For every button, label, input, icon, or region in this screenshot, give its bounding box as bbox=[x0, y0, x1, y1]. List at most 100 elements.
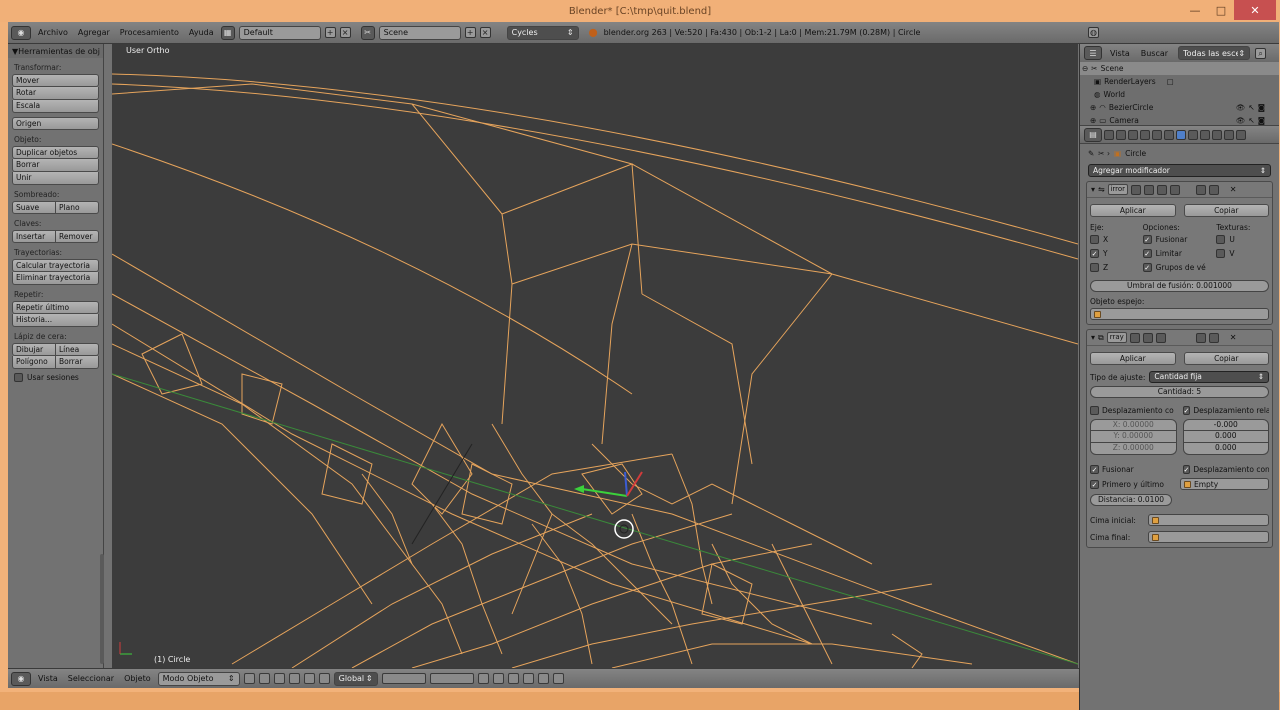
draw-button[interactable]: Dibujar bbox=[12, 343, 56, 356]
menu-agregar[interactable]: Agregar bbox=[75, 28, 113, 37]
move-up-icon[interactable] bbox=[1195, 184, 1206, 195]
orientation-select[interactable]: Global ⇕ bbox=[333, 671, 378, 686]
merge-limit-slider[interactable]: Umbral de fusión: 0.001000 bbox=[1090, 280, 1269, 292]
pivot-point-icon[interactable] bbox=[258, 673, 270, 684]
relative-y-field[interactable]: 0.000 bbox=[1182, 431, 1269, 443]
outliner-editor-icon[interactable]: ☰ bbox=[1084, 46, 1102, 60]
axis-x-checkbox[interactable] bbox=[1090, 235, 1099, 244]
3d-viewport[interactable]: User Ortho (1) Circle bbox=[112, 44, 1078, 668]
render-engine-select[interactable]: Cycles ⇕ bbox=[506, 25, 579, 40]
smooth-button[interactable]: Suave bbox=[12, 201, 56, 214]
outliner-item-beziercircle[interactable]: ⊕ ◠ BezierCircle 👁 ↖ ◙ bbox=[1080, 101, 1279, 114]
layout-remove-icon[interactable]: × bbox=[339, 27, 351, 38]
constant-y-field[interactable]: Y: 0.00000 bbox=[1090, 431, 1177, 443]
object-offset-toggle[interactable]: ✓ Desplazamiento con bbox=[1182, 465, 1269, 474]
scene-remove-icon[interactable]: × bbox=[479, 27, 491, 38]
repeat-last-button[interactable]: Repetir último bbox=[12, 301, 99, 314]
rotate-manipulator-icon[interactable] bbox=[303, 673, 315, 684]
lock-layers-icon[interactable] bbox=[477, 673, 489, 684]
move-up-icon[interactable] bbox=[1195, 332, 1206, 343]
menu-archivo[interactable]: Archivo bbox=[35, 28, 71, 37]
translate-manipulator-icon[interactable] bbox=[288, 673, 300, 684]
scene-icon[interactable]: ✂ bbox=[360, 25, 375, 40]
layout-icon[interactable]: ▦ bbox=[220, 25, 235, 40]
visibility-eye-icon[interactable]: 👁 bbox=[1236, 103, 1246, 112]
array-merge-checkbox[interactable]: ✓ bbox=[1090, 465, 1099, 474]
constant-offset-toggle[interactable]: Desplazamiento co bbox=[1090, 406, 1177, 415]
axis-x-toggle[interactable]: X bbox=[1090, 235, 1143, 244]
axis-y-toggle[interactable]: ✓ Y bbox=[1090, 249, 1143, 258]
fit-type-select[interactable]: Cantidad fija ⇕ bbox=[1149, 371, 1269, 383]
scene-field[interactable]: Scene bbox=[378, 25, 461, 40]
cage-toggle-icon[interactable] bbox=[1169, 184, 1180, 195]
rotate-button[interactable]: Rotar bbox=[12, 87, 99, 100]
array-merge-toggle[interactable]: ✓ Fusionar bbox=[1090, 465, 1177, 474]
tab-physics-icon[interactable] bbox=[1236, 129, 1246, 140]
array-copy-button[interactable]: Copiar bbox=[1183, 352, 1269, 365]
render-camera-icon[interactable]: ◙ bbox=[1258, 116, 1265, 125]
scene-add-icon[interactable]: + bbox=[464, 27, 476, 38]
visibility-eye-icon[interactable]: 👁 bbox=[1236, 116, 1246, 125]
history-button[interactable]: Historia... bbox=[12, 314, 99, 327]
menu-ayuda[interactable]: Ayuda bbox=[186, 28, 217, 37]
close-button[interactable]: ✕ bbox=[1234, 0, 1276, 20]
relative-x-field[interactable]: -0.000 bbox=[1182, 419, 1269, 431]
flat-button[interactable]: Plano bbox=[56, 201, 99, 214]
menu-vista[interactable]: Vista bbox=[35, 674, 61, 683]
outliner-item-world[interactable]: ◍ World bbox=[1080, 88, 1279, 101]
render-toggle-icon[interactable] bbox=[1129, 332, 1140, 343]
join-button[interactable]: Unir bbox=[12, 172, 99, 185]
erase-button[interactable]: Borrar bbox=[56, 356, 99, 369]
axis-z-toggle[interactable]: Z bbox=[1090, 263, 1143, 272]
tab-particles-icon[interactable] bbox=[1224, 129, 1234, 140]
axis-y-checkbox[interactable]: ✓ bbox=[1090, 249, 1099, 258]
axis-z-checkbox[interactable] bbox=[1090, 263, 1099, 272]
use-sessions-toggle[interactable]: Usar sesiones bbox=[14, 373, 97, 382]
origin-button[interactable]: Origen bbox=[12, 117, 99, 130]
selectable-arrow-icon[interactable]: ↖ bbox=[1248, 116, 1254, 125]
relative-offset-toggle[interactable]: ✓ Desplazamiento rela bbox=[1182, 406, 1269, 415]
menu-seleccionar[interactable]: Seleccionar bbox=[65, 674, 117, 683]
tab-material-icon[interactable] bbox=[1200, 129, 1210, 140]
scale-manipulator-icon[interactable] bbox=[318, 673, 330, 684]
scale-button[interactable]: Escala bbox=[12, 100, 99, 113]
minimize-button[interactable]: — bbox=[1182, 0, 1208, 20]
editmode-toggle-icon[interactable] bbox=[1156, 184, 1167, 195]
merge-toggle[interactable]: ✓ Fusionar bbox=[1142, 235, 1217, 244]
first-last-toggle[interactable]: ✓ Primero y último bbox=[1090, 478, 1174, 490]
editmode-toggle-icon[interactable] bbox=[1155, 332, 1166, 343]
remove-modifier-icon[interactable]: ✕ bbox=[1230, 333, 1237, 342]
outliner-item-scene[interactable]: ⊖ ✂ Scene bbox=[1080, 62, 1279, 75]
polygon-button[interactable]: Polígono bbox=[12, 356, 56, 369]
constant-z-field[interactable]: Z: 0.00000 bbox=[1090, 443, 1177, 455]
move-button[interactable]: Mover bbox=[12, 74, 99, 87]
move-down-icon[interactable] bbox=[1208, 332, 1219, 343]
tab-data-icon[interactable] bbox=[1188, 129, 1198, 140]
menu-objeto[interactable]: Objeto bbox=[121, 674, 154, 683]
texture-u-toggle[interactable]: U bbox=[1216, 235, 1269, 244]
insert-key-button[interactable]: Insertar bbox=[12, 230, 56, 243]
editor-type-icon[interactable]: ◉ bbox=[11, 25, 31, 40]
tab-texture-icon[interactable] bbox=[1212, 129, 1222, 140]
manipulator-toggle-icon[interactable] bbox=[273, 673, 285, 684]
globe-icon[interactable]: ◍ bbox=[1088, 27, 1099, 38]
constant-offset-checkbox[interactable] bbox=[1090, 406, 1099, 415]
count-slider[interactable]: Cantidad: 5 bbox=[1090, 386, 1269, 398]
outliner-item-camera[interactable]: ⊕ ▭ Camera 👁 ↖ ◙ bbox=[1080, 114, 1279, 127]
layers-grid-icon-2[interactable] bbox=[429, 673, 474, 684]
maximize-button[interactable]: □ bbox=[1208, 0, 1234, 20]
line-button[interactable]: Línea bbox=[56, 343, 99, 356]
render-camera-icon[interactable]: ◙ bbox=[1258, 103, 1265, 112]
render-opengl-icon[interactable] bbox=[537, 673, 549, 684]
search-icon[interactable]: ⌕ bbox=[1255, 47, 1267, 59]
properties-editor-icon[interactable]: ▤ bbox=[1084, 127, 1102, 142]
start-cap-field[interactable] bbox=[1148, 514, 1269, 526]
mirror-modifier-name[interactable]: irror bbox=[1107, 184, 1128, 195]
realtime-toggle-icon[interactable] bbox=[1142, 332, 1153, 343]
move-down-icon[interactable] bbox=[1208, 184, 1219, 195]
object-offset-checkbox[interactable]: ✓ bbox=[1182, 465, 1191, 474]
add-modifier-select[interactable]: Agregar modificador ⇕ bbox=[1088, 164, 1271, 177]
viewport-shading-icon[interactable] bbox=[243, 673, 255, 684]
vertex-groups-checkbox[interactable]: ✓ bbox=[1142, 263, 1152, 272]
clipping-checkbox[interactable]: ✓ bbox=[1142, 249, 1152, 258]
